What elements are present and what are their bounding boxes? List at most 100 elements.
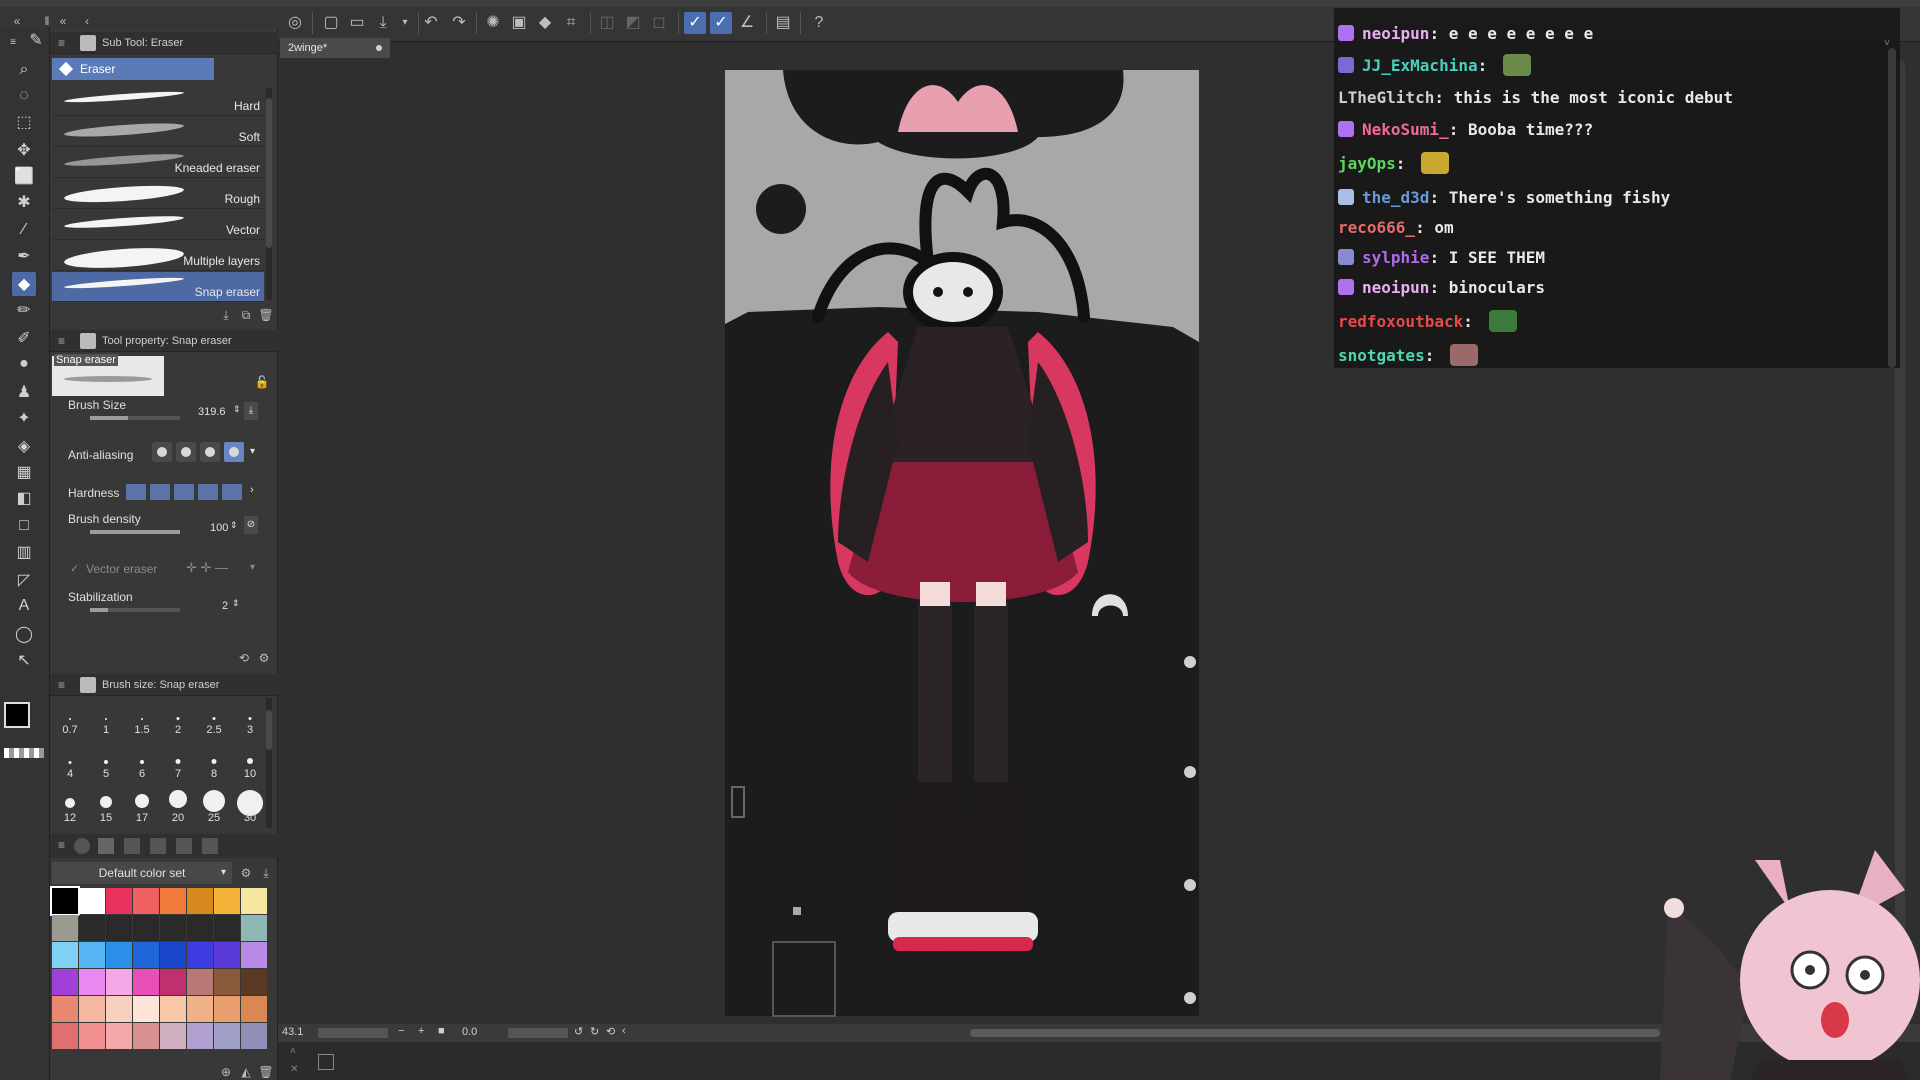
pressure-icon[interactable]: ⤓	[244, 402, 258, 420]
anti-aliasing-option[interactable]	[152, 442, 172, 462]
zoom-in-icon[interactable]: +	[418, 1025, 424, 1037]
brush-size-preset[interactable]: 5	[92, 744, 120, 784]
stepper-icon[interactable]: ⇕	[230, 520, 238, 531]
brush-item[interactable]: Snap eraser	[52, 272, 264, 302]
color-swatch[interactable]	[106, 1023, 132, 1049]
move-tool-icon[interactable]: ✥	[12, 138, 36, 162]
eyedropper-icon[interactable]: ⁄	[12, 218, 36, 242]
color-swatch[interactable]	[133, 969, 159, 995]
zoom-out-icon[interactable]: −	[398, 1025, 404, 1037]
color-swatch[interactable]	[214, 996, 240, 1022]
brush-size-preset[interactable]: 2.5	[200, 700, 228, 740]
color-swatch[interactable]	[52, 1023, 78, 1049]
color-swatch[interactable]	[79, 1023, 105, 1049]
color-swatch[interactable]	[79, 969, 105, 995]
chevron-down-icon[interactable]: ▾	[250, 446, 255, 457]
color-slider-tab-icon[interactable]	[124, 838, 140, 854]
color-swatch[interactable]	[187, 942, 213, 968]
color-swatch[interactable]	[79, 942, 105, 968]
navigator-icon[interactable]	[318, 1054, 334, 1070]
lock-icon[interactable]: 🔓	[254, 374, 270, 390]
stabilization-slider[interactable]	[90, 608, 180, 612]
close-icon[interactable]: ✕	[290, 1064, 298, 1075]
color-wheel-tab-icon[interactable]	[74, 838, 90, 854]
color-swatch[interactable]	[133, 915, 159, 941]
chat-username[interactable]: redfoxoutback	[1338, 312, 1463, 331]
pen-tool-icon[interactable]: ✎	[24, 28, 48, 52]
rotation-slider[interactable]	[508, 1028, 568, 1038]
color-swatch[interactable]	[160, 1023, 186, 1049]
color-swatch[interactable]	[52, 996, 78, 1022]
brush-size-preset[interactable]: 6	[128, 744, 156, 784]
color-swatch[interactable]	[106, 888, 132, 914]
chevron-up-icon[interactable]: ˄	[290, 1046, 296, 1057]
anti-aliasing-option[interactable]	[224, 442, 244, 462]
color-swatch[interactable]	[241, 969, 267, 995]
save-icon[interactable]: ⤓	[372, 12, 394, 34]
color-swatch[interactable]	[214, 915, 240, 941]
eraser-group-tab[interactable]: Eraser	[52, 58, 214, 80]
reset-icon[interactable]: ⟲	[236, 650, 252, 666]
main-color-swatch[interactable]	[4, 702, 30, 728]
hardness-level[interactable]	[174, 484, 194, 500]
chevron-down-icon[interactable]: ˅	[1884, 38, 1890, 49]
chat-username[interactable]: neoipun	[1362, 278, 1429, 297]
approximate-color-tab-icon[interactable]	[176, 838, 192, 854]
import-icon[interactable]: ⤓	[218, 307, 234, 323]
clip-studio-icon[interactable]: ◎	[284, 12, 306, 34]
brush-size-preset[interactable]: 15	[92, 788, 120, 828]
brush-size-preset[interactable]: 4	[56, 744, 84, 784]
color-swatch[interactable]	[160, 996, 186, 1022]
stepper-icon[interactable]: ⇕	[233, 404, 241, 415]
brush-size-preset[interactable]: 20	[164, 788, 192, 828]
transparent-color-swatch[interactable]	[4, 748, 44, 758]
rotate-right-icon[interactable]: ↻	[590, 1025, 599, 1038]
color-set-dropdown[interactable]: Default color set ▾	[52, 862, 232, 884]
import-icon[interactable]: ⤓	[258, 865, 274, 881]
close-tab-icon[interactable]	[376, 45, 382, 51]
document-tab[interactable]: 2winge*	[280, 38, 390, 58]
brush-size-preset[interactable]: 25	[200, 788, 228, 828]
ruler-icon[interactable]: ◸	[12, 568, 36, 592]
pressure-icon[interactable]: ⊘	[244, 516, 258, 534]
color-swatch[interactable]	[52, 969, 78, 995]
lasso-tool-icon[interactable]: ◌	[12, 84, 36, 108]
color-swatch[interactable]	[50, 886, 80, 916]
brush-item[interactable]: Multiple layers	[52, 241, 264, 272]
color-swatch[interactable]	[79, 996, 105, 1022]
chat-username[interactable]: snotgates	[1338, 346, 1425, 365]
color-swatch[interactable]	[187, 1023, 213, 1049]
layer-property-icon[interactable]: ▤	[772, 12, 794, 34]
pencil-icon[interactable]: ✏	[12, 298, 36, 322]
color-swatch[interactable]	[133, 996, 159, 1022]
vector-option-icon[interactable]: ✛ ✛ —	[186, 560, 228, 576]
color-history-tab-icon[interactable]	[202, 838, 218, 854]
brush-size-preset[interactable]: 0.7	[56, 700, 84, 740]
brush-size-slider[interactable]	[90, 416, 180, 420]
loading-icon[interactable]: ✺	[482, 12, 504, 34]
brush-size-preset[interactable]: 30	[236, 788, 264, 828]
chat-username[interactable]: neoipun	[1362, 24, 1429, 43]
menu-icon[interactable]: ≡	[58, 838, 65, 852]
brush-size-preset[interactable]: 7	[164, 744, 192, 784]
fill-icon[interactable]: ◆	[534, 12, 556, 34]
zoom-slider[interactable]	[318, 1028, 388, 1038]
hardness-level[interactable]	[126, 484, 146, 500]
duplicate-icon[interactable]: ⧉	[238, 307, 254, 323]
auto-select-icon[interactable]: ✱	[12, 190, 36, 214]
color-swatch[interactable]	[187, 888, 213, 914]
save-dropdown-icon[interactable]: ▾	[394, 12, 416, 34]
snap-grid-icon[interactable]: ∠	[736, 12, 758, 34]
color-swatch[interactable]	[241, 996, 267, 1022]
flip-icon[interactable]: ‹	[622, 1025, 626, 1037]
color-swatch[interactable]	[160, 888, 186, 914]
scroll-thumb[interactable]	[266, 98, 272, 248]
frame-border-icon[interactable]: □	[12, 514, 36, 538]
brush-size-preset[interactable]: 17	[128, 788, 156, 828]
rotate-left-icon[interactable]: ↺	[574, 1025, 583, 1038]
color-swatch[interactable]	[133, 1023, 159, 1049]
color-swatch[interactable]	[187, 969, 213, 995]
clear-icon[interactable]: ▣	[508, 12, 530, 34]
menu-icon[interactable]: ≡	[58, 330, 65, 352]
canvas-horizontal-scrollbar[interactable]	[970, 1029, 1660, 1037]
